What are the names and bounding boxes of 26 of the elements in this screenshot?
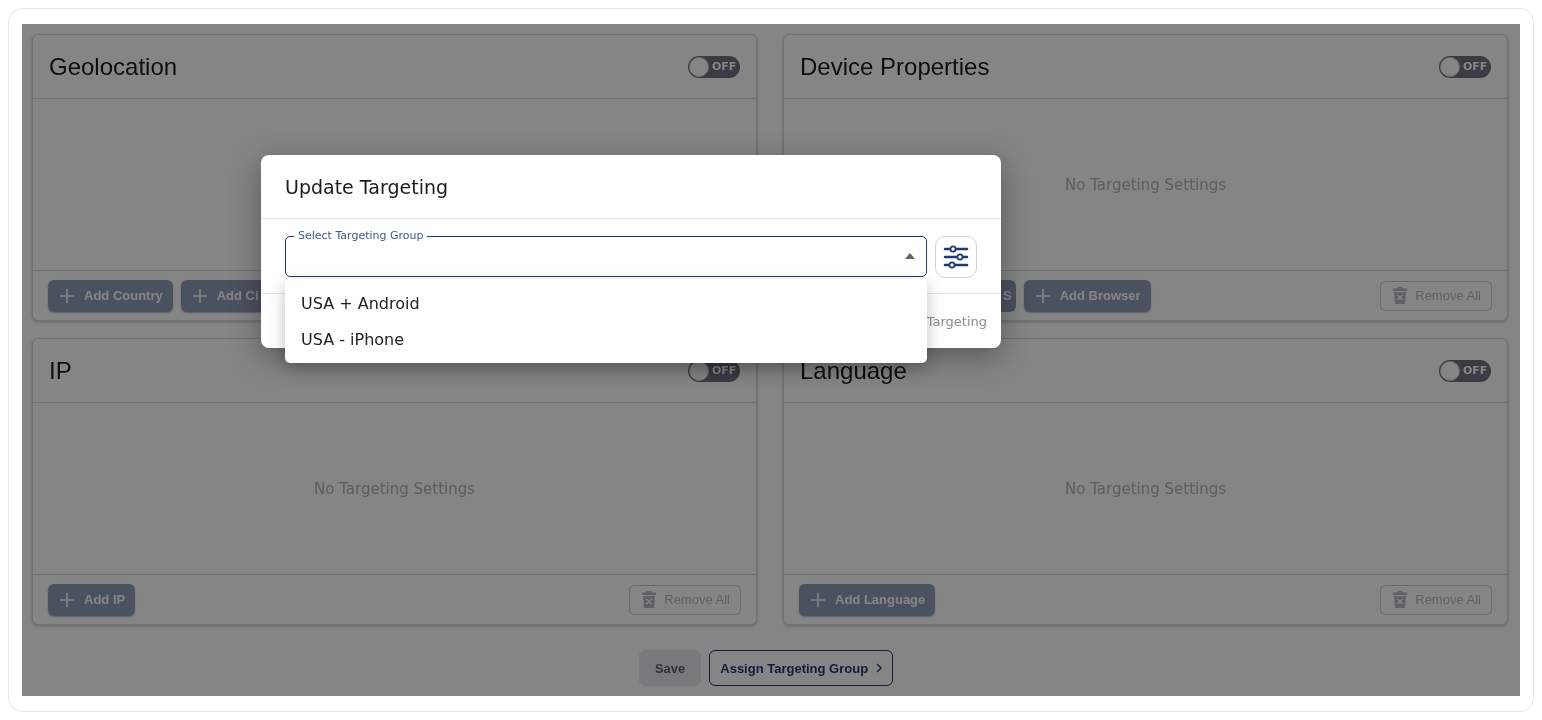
plus-icon — [60, 592, 74, 607]
trash-icon — [1393, 287, 1408, 304]
chevron-right-icon — [876, 663, 883, 673]
dropdown-option[interactable]: USA + Android — [285, 285, 927, 321]
assign-button[interactable]: Assign Targeting Group — [709, 650, 894, 686]
dropdown-option[interactable]: USA - iPhone — [285, 321, 927, 357]
sliders-icon — [943, 245, 969, 269]
panel-title: Device Properties — [800, 52, 990, 81]
toggle-switch[interactable]: OFF — [688, 55, 740, 78]
dialog-title: Update Targeting — [285, 175, 448, 198]
toggle-switch[interactable]: OFF — [1439, 55, 1491, 78]
caret-icon — [905, 253, 915, 259]
plus-icon — [1035, 288, 1050, 303]
plus-icon — [192, 288, 207, 303]
plus-icon — [811, 592, 825, 607]
filter-button[interactable] — [935, 236, 977, 278]
toggle-switch[interactable]: OFF — [1439, 359, 1491, 382]
field-label: Select Targeting Group — [294, 229, 428, 243]
trash-icon — [1393, 591, 1408, 608]
panel-title: Geolocation — [49, 52, 178, 81]
trash-icon — [642, 591, 657, 608]
plus-icon — [60, 288, 74, 303]
dialog-action-button[interactable]: Targeting — [926, 313, 987, 329]
panel-title: Language — [800, 356, 907, 385]
select-field[interactable]: Select Targeting Group — [285, 228, 927, 277]
panel-title: IP — [49, 356, 72, 385]
